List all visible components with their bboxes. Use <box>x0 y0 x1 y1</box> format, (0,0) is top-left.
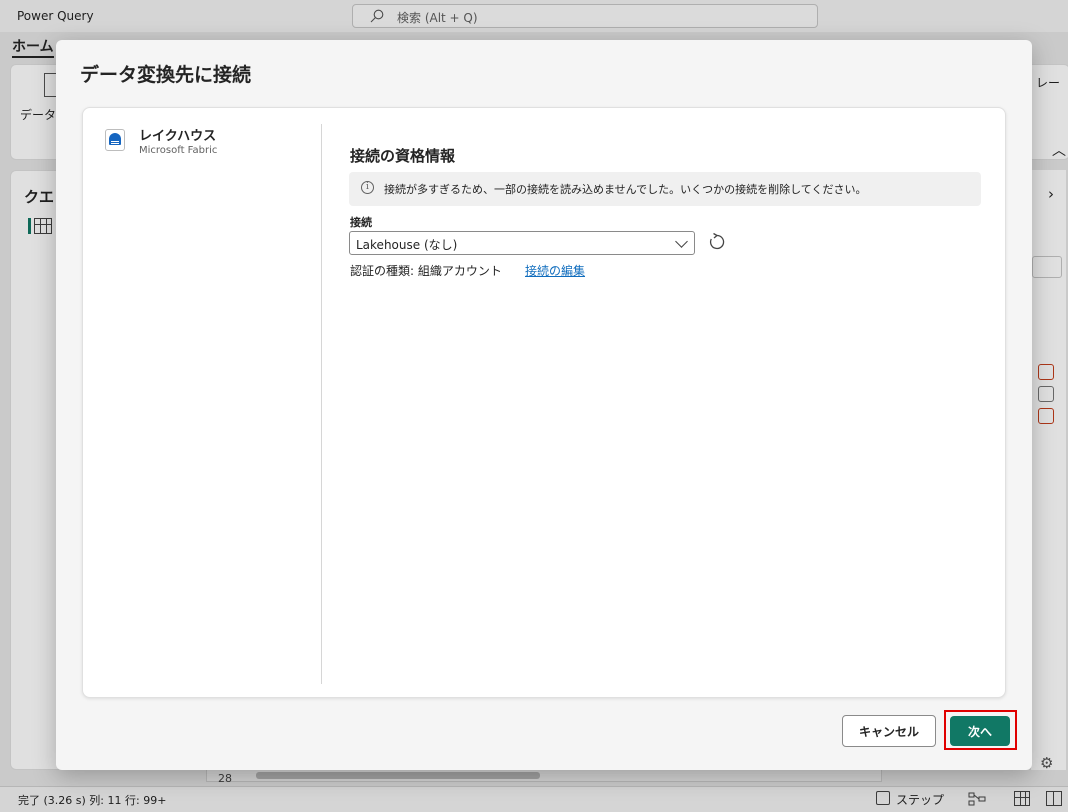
connect-destination-dialog: データ変換先に接続 レイクハウス Microsoft Fabric 接続の資格情… <box>56 40 1032 770</box>
connection-value: Lakehouse (なし) <box>356 238 458 252</box>
connector-subtitle: Microsoft Fabric <box>139 145 218 156</box>
connection-label: 接続 <box>350 216 372 229</box>
dialog-content-card: レイクハウス Microsoft Fabric 接続の資格情報 i 接続が多すぎ… <box>82 107 1006 698</box>
auth-type-text: 認証の種類: 組織アカウント <box>350 264 502 278</box>
dialog-title: データ変換先に接続 <box>80 64 252 86</box>
connector-name: レイクハウス <box>139 129 217 144</box>
lakehouse-icon <box>105 129 125 151</box>
refresh-icon[interactable] <box>707 232 727 252</box>
next-button[interactable]: 次へ <box>950 716 1010 746</box>
info-message-bar: i 接続が多すぎるため、一部の接続を読み込めませんでした。いくつかの接続を削除し… <box>349 172 981 206</box>
info-message: 接続が多すぎるため、一部の接続を読み込めませんでした。いくつかの接続を削除してく… <box>384 183 867 196</box>
info-icon: i <box>361 181 374 194</box>
pane-divider <box>321 124 322 684</box>
edit-connection-link[interactable]: 接続の編集 <box>525 262 585 279</box>
cancel-button[interactable]: キャンセル <box>842 715 936 747</box>
chevron-down-icon <box>675 235 688 248</box>
connector-lakehouse[interactable]: レイクハウス Microsoft Fabric <box>103 124 303 164</box>
credentials-title: 接続の資格情報 <box>350 147 456 165</box>
connection-dropdown[interactable]: Lakehouse (なし) <box>349 231 695 255</box>
